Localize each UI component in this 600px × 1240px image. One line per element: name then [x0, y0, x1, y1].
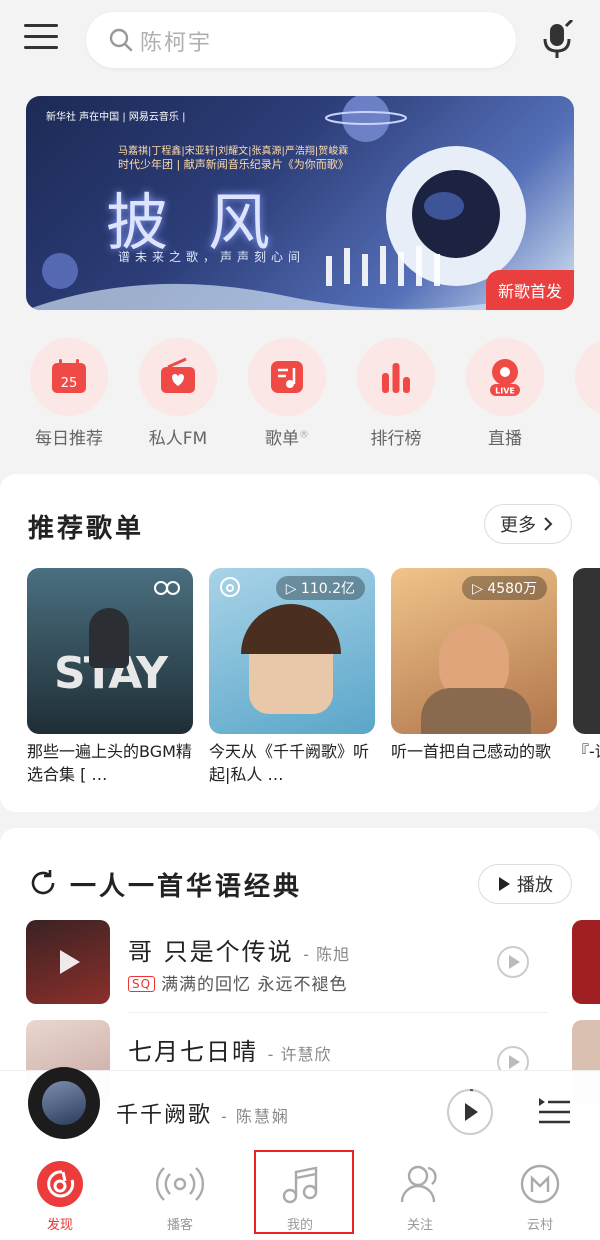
promo-banner[interactable]: 新华社 声在中国 | 网易云音乐 | 马嘉祺|丁程鑫|宋亚轩|刘耀文|张真源|严…: [26, 96, 574, 310]
loop-icon: [154, 581, 181, 595]
banner-header: 新华社 声在中国 | 网易云音乐 |: [46, 112, 186, 123]
song-artist: - 陈旭: [303, 945, 351, 964]
quick-entry-label: 歌单®: [265, 429, 309, 449]
quick-entry-label: 每日推荐: [35, 429, 103, 449]
calendar-icon: 25: [52, 359, 86, 393]
tab-discover[interactable]: 发现: [10, 1160, 110, 1233]
playlist-cover: ▷ 4580万: [391, 568, 557, 734]
playlist-name: 听一首把自己感动的歌: [391, 742, 552, 761]
play-circle-icon[interactable]: [496, 945, 530, 979]
voice-search-button[interactable]: [538, 18, 578, 60]
quick-entry-fm[interactable]: 私人FM: [139, 338, 217, 449]
more-button[interactable]: 更多: [484, 504, 572, 544]
play-overlay-icon: [60, 950, 80, 974]
calendar-day: 25: [61, 376, 78, 391]
quick-entry-label: 数: [575, 424, 600, 449]
quick-entry-more[interactable]: 数: [575, 338, 600, 449]
tab-follow[interactable]: 关注: [370, 1160, 470, 1233]
playlist-cover: ▷ 110.2亿: [209, 568, 375, 734]
playlist-name: 那些一遍上头的BGM精选合集 [ …: [27, 742, 192, 784]
menu-button[interactable]: [24, 24, 58, 54]
banner-tag: 新歌首发: [485, 270, 574, 310]
live-badge: LIVE: [495, 387, 515, 396]
tab-podcast[interactable]: 播客: [130, 1160, 230, 1233]
player-artist: - 陈慧娴: [221, 1107, 290, 1126]
quick-entry-live[interactable]: LIVE 直播: [466, 338, 544, 449]
quick-entry-charts[interactable]: 排行榜: [357, 338, 435, 449]
song-artist: - 许慧欣: [267, 1045, 332, 1064]
radio-icon: [161, 357, 195, 393]
follow-icon: [400, 1165, 437, 1203]
play-all-label: 播放: [517, 875, 553, 896]
search-placeholder: 陈柯宇: [140, 31, 213, 56]
playlist-card[interactable]: ▷ 4580万 听一首把自己感动的歌: [391, 568, 557, 786]
player-song-info: 千千阙歌 - 陈慧娴: [116, 1097, 290, 1129]
chevron-right-icon: [544, 517, 553, 531]
search-icon: [109, 28, 133, 52]
mini-player[interactable]: 千千阙歌 - 陈慧娴: [0, 1067, 600, 1152]
playlist-cover: [573, 568, 600, 734]
chart-bars-icon: [382, 363, 410, 393]
playlist-icon: [271, 361, 303, 393]
song-cover: [26, 920, 110, 1004]
quick-entry-playlist[interactable]: 歌单®: [248, 338, 326, 449]
play-all-button[interactable]: 播放: [478, 864, 572, 904]
playlist-card[interactable]: STAY 那些一遍上头的BGM精选合集 [ …: [27, 568, 193, 786]
cloud-village-icon: [520, 1164, 560, 1204]
song-description: SQ 满满的回忆 永远不褪色: [128, 970, 347, 995]
tab-label: 播客: [166, 1218, 193, 1233]
microphone-icon: [543, 18, 574, 58]
playlist-cover: STAY: [27, 568, 193, 734]
play-pause-icon[interactable]: [446, 1088, 494, 1136]
tab-cloud-village[interactable]: 云村: [490, 1160, 590, 1233]
album-disc: [28, 1067, 100, 1139]
song-title: 哥 只是个传说 - 陈旭: [128, 938, 351, 966]
banner-line1: 马嘉祺|丁程鑫|宋亚轩|刘耀文|张真源|严浩翔|贺峻霖: [118, 146, 349, 157]
more-label: 更多: [500, 515, 536, 536]
sq-badge: SQ: [128, 976, 156, 992]
banner-subtitle: 谱未来之歌，声声刻心间: [118, 250, 306, 264]
highlight-box: [254, 1150, 354, 1234]
quick-entry-label: 直播: [488, 429, 522, 449]
playlist-card[interactable]: ▷ 110.2亿 今天从《千千阙歌》听起|私人 …: [209, 568, 375, 786]
song-title: 七月七日晴 - 许慧欣: [128, 1038, 332, 1066]
playlist-name: 今天从《千千阙歌》听起|私人 …: [209, 742, 370, 784]
refresh-icon[interactable]: [28, 868, 58, 898]
play-count: ▷ 110.2亿: [275, 576, 365, 600]
live-icon: LIVE: [490, 359, 520, 396]
tab-label: 发现: [46, 1218, 73, 1233]
song-row[interactable]: 哥 只是个传说 - 陈旭 SQ 满满的回忆 永远不褪色: [0, 920, 600, 1006]
netease-logo-icon: [37, 1161, 83, 1207]
netease-logo-icon: [220, 577, 240, 597]
podcast-icon: [155, 1167, 205, 1201]
play-count: ▷ 4580万: [462, 576, 547, 600]
banner-line2: 时代少年团 | 献声新闻音乐纪录片《为你而歌》: [118, 158, 349, 171]
quick-entry-label: 排行榜: [370, 429, 422, 449]
recommended-playlists-section: 推荐歌单 更多 STAY 那些一遍上头的BGM精选合集 [ … ▷ 110.2亿…: [0, 474, 600, 812]
player-title: 千千阙歌: [116, 1103, 213, 1128]
tab-label: 云村: [526, 1218, 553, 1233]
section-title: 一人一首华语经典: [70, 872, 303, 902]
section-title: 推荐歌单: [28, 514, 145, 544]
playlist-card[interactable]: 『-语…: [573, 568, 600, 786]
tab-label: 关注: [406, 1218, 433, 1233]
quick-entry-daily[interactable]: 25 每日推荐: [30, 338, 108, 449]
quick-entry-label: 私人FM: [148, 429, 208, 449]
play-icon: [499, 877, 510, 891]
playlist-name: 『-语…: [573, 742, 600, 761]
playlist-queue-icon[interactable]: [536, 1094, 572, 1130]
more-entry-icon: [594, 357, 600, 397]
search-input[interactable]: 陈柯宇: [86, 12, 516, 68]
